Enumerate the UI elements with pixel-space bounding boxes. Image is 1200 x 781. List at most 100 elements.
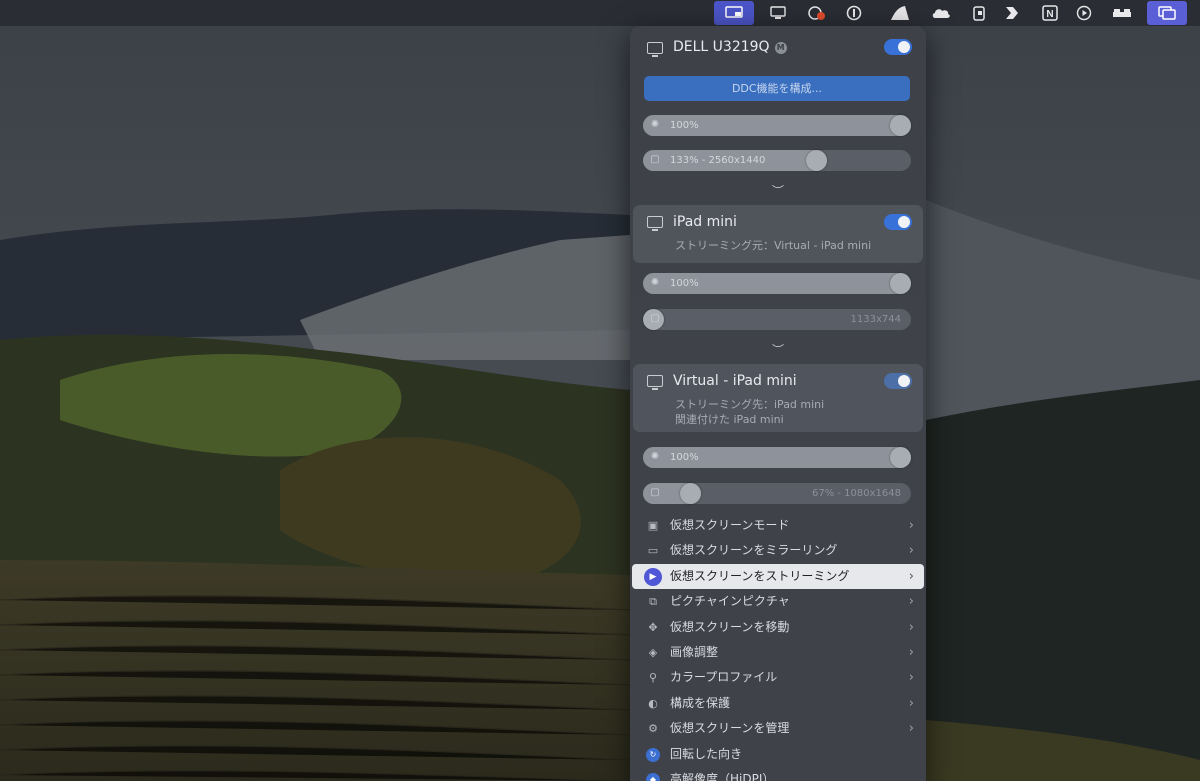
chevron-right-icon: › — [908, 620, 914, 635]
menu-item-label: 構成を保護 — [670, 696, 731, 710]
main-display-badge: M — [774, 42, 787, 54]
battery-icon[interactable] — [963, 0, 995, 26]
menu-item-label: ピクチャインピクチャ — [670, 594, 790, 608]
display-toggle[interactable] — [884, 39, 912, 55]
slider-knob[interactable] — [890, 447, 911, 468]
menu-item-pip[interactable]: ⧉ ピクチャインピクチャ › — [632, 589, 924, 614]
brightness-icon: ✺ — [650, 119, 660, 130]
menu-item-manage[interactable]: ⚙ 仮想スクリーンを管理 › — [632, 716, 924, 741]
ddc-configure-button[interactable]: DDC機能を構成... — [644, 76, 910, 101]
resolution-value: 67% - 1080x1648 — [811, 488, 901, 499]
hidpi-icon: ◆ — [646, 773, 660, 781]
slider-knob[interactable] — [806, 150, 827, 171]
cursor-record-icon[interactable] — [800, 0, 832, 26]
play-icon[interactable] — [1068, 0, 1100, 26]
display-header-virtual: Virtual - iPad mini ストリーミング先：iPad mini 関… — [633, 364, 923, 432]
menu-item-label: 画像調整 — [670, 645, 719, 659]
screens-icon[interactable] — [1147, 1, 1187, 25]
menu-item-label: 高解像度（HiDPI） — [670, 772, 775, 781]
onepassword-icon[interactable] — [838, 0, 870, 26]
menu-item-hidpi[interactable]: ◆ 高解像度（HiDPI） — [632, 767, 924, 781]
menu-item-label: 仮想スクリーンをミラーリング — [670, 543, 838, 557]
menu-item-label: カラープロファイル — [670, 670, 778, 684]
slider-knob[interactable] — [890, 115, 911, 136]
stream-icon: ▶ — [644, 568, 662, 586]
resolution-value: 133% - 2560x1440 — [670, 155, 766, 166]
ipad-icon — [647, 216, 663, 231]
chevron-right-icon: › — [908, 721, 914, 736]
chevron-app-icon[interactable] — [996, 0, 1028, 26]
resolution-slider[interactable]: ▢ 67% - 1080x1648 — [643, 483, 911, 504]
chevron-right-icon: › — [908, 543, 914, 558]
display-header-dell: DELL U3219Q M — [633, 30, 923, 66]
rotate-icon: ↻ — [646, 748, 660, 762]
menu-item-streaming[interactable]: ▶ 仮想スクリーンをストリーミング › — [632, 564, 924, 589]
bed-icon[interactable] — [1106, 0, 1138, 26]
menu-item-rotate[interactable]: ↻ 回転した向き — [632, 742, 924, 767]
monitor-icon[interactable] — [762, 0, 794, 26]
move-icon: ✥ — [648, 621, 658, 634]
brightness-value: 100% — [670, 120, 699, 131]
virtual-display-icon — [647, 375, 663, 390]
desktop-wallpaper — [0, 0, 1200, 781]
resolution-value: 1133x744 — [850, 314, 901, 325]
resolution-icon: ▢ — [650, 154, 660, 165]
display-subtitle: ストリーミング先：iPad mini — [675, 398, 825, 411]
chevron-right-icon: › — [908, 696, 914, 711]
display-name: DELL U3219Q — [673, 39, 770, 55]
display-header-ipad: iPad mini ストリーミング元：Virtual - iPad mini — [633, 205, 923, 263]
protect-icon: ◐ — [648, 697, 658, 710]
brightness-slider[interactable]: ✺ 100% — [643, 447, 911, 468]
manage-icon: ⚙ — [648, 722, 658, 735]
brightness-icon: ✺ — [650, 451, 660, 462]
menu-item-image-adjust[interactable]: ◈ 画像調整 › — [632, 640, 924, 665]
ghost-icon[interactable] — [884, 0, 916, 26]
brightness-slider[interactable]: ✺ 100% — [643, 273, 911, 294]
menu-item-virtual-screen-mode[interactable]: ▣ 仮想スクリーンモード › — [632, 513, 924, 538]
menu-item-label: 仮想スクリーンを移動 — [670, 620, 790, 634]
menu-bar: N — [0, 0, 1200, 26]
menu-item-protect[interactable]: ◐ 構成を保護 › — [632, 691, 924, 716]
slider-knob[interactable] — [680, 483, 701, 504]
mirror-icon: ▭ — [647, 544, 659, 557]
resolution-icon: ▢ — [650, 487, 660, 498]
brightness-icon: ✺ — [650, 277, 660, 288]
brightness-slider[interactable]: ✺ 100% — [643, 115, 911, 136]
chevron-right-icon: › — [908, 518, 914, 533]
menu-item-label: 回転した向き — [670, 747, 743, 761]
chevron-right-icon: › — [908, 670, 914, 685]
display-name: Virtual - iPad mini — [673, 373, 797, 389]
lock-icon: ▣ — [647, 519, 659, 532]
notion-icon[interactable]: N — [1034, 0, 1066, 26]
display-menu-panel: DELL U3219Q M DDC機能を構成... ✺ 100% ▢ 133% -… — [630, 26, 926, 781]
menu-item-mirror[interactable]: ▭ 仮想スクリーンをミラーリング › — [632, 538, 924, 563]
display-icon[interactable] — [714, 1, 754, 25]
pip-icon: ⧉ — [649, 595, 657, 608]
chevron-right-icon: › — [908, 594, 914, 609]
menu-item-move[interactable]: ✥ 仮想スクリーンを移動 › — [632, 615, 924, 640]
display-toggle[interactable] — [884, 373, 912, 389]
brightness-value: 100% — [670, 278, 699, 289]
image-adjust-icon: ◈ — [648, 646, 658, 659]
monitor-icon — [647, 42, 663, 57]
expand-chevron-icon[interactable]: ︶ — [769, 341, 787, 357]
menu-item-color-profile[interactable]: ⚲ カラープロファイル › — [632, 665, 924, 690]
expand-chevron-icon[interactable]: ︶ — [769, 182, 787, 198]
menu-item-label: 仮想スクリーンをストリーミング — [670, 569, 850, 583]
display-subtitle: ストリーミング元：Virtual - iPad mini — [675, 239, 872, 252]
chevron-right-icon: › — [908, 569, 914, 584]
cloud-icon[interactable] — [925, 0, 957, 26]
display-toggle[interactable] — [884, 214, 912, 230]
resolution-slider[interactable]: ▢ 133% - 2560x1440 — [643, 150, 911, 171]
menu-item-label: 仮想スクリーンを管理 — [670, 721, 790, 735]
display-subtitle-2: 関連付けた iPad mini — [675, 413, 784, 426]
display-name: iPad mini — [673, 214, 737, 230]
svg-text:N: N — [1046, 9, 1053, 20]
color-profile-icon: ⚲ — [648, 671, 658, 684]
resolution-slider[interactable]: ▢ 1133x744 — [643, 309, 911, 330]
brightness-value: 100% — [670, 452, 699, 463]
ddc-button-label: DDC機能を構成... — [731, 82, 823, 95]
menu-item-label: 仮想スクリーンモード — [670, 518, 790, 532]
slider-knob[interactable] — [890, 273, 911, 294]
resolution-icon: ▢ — [650, 313, 660, 324]
